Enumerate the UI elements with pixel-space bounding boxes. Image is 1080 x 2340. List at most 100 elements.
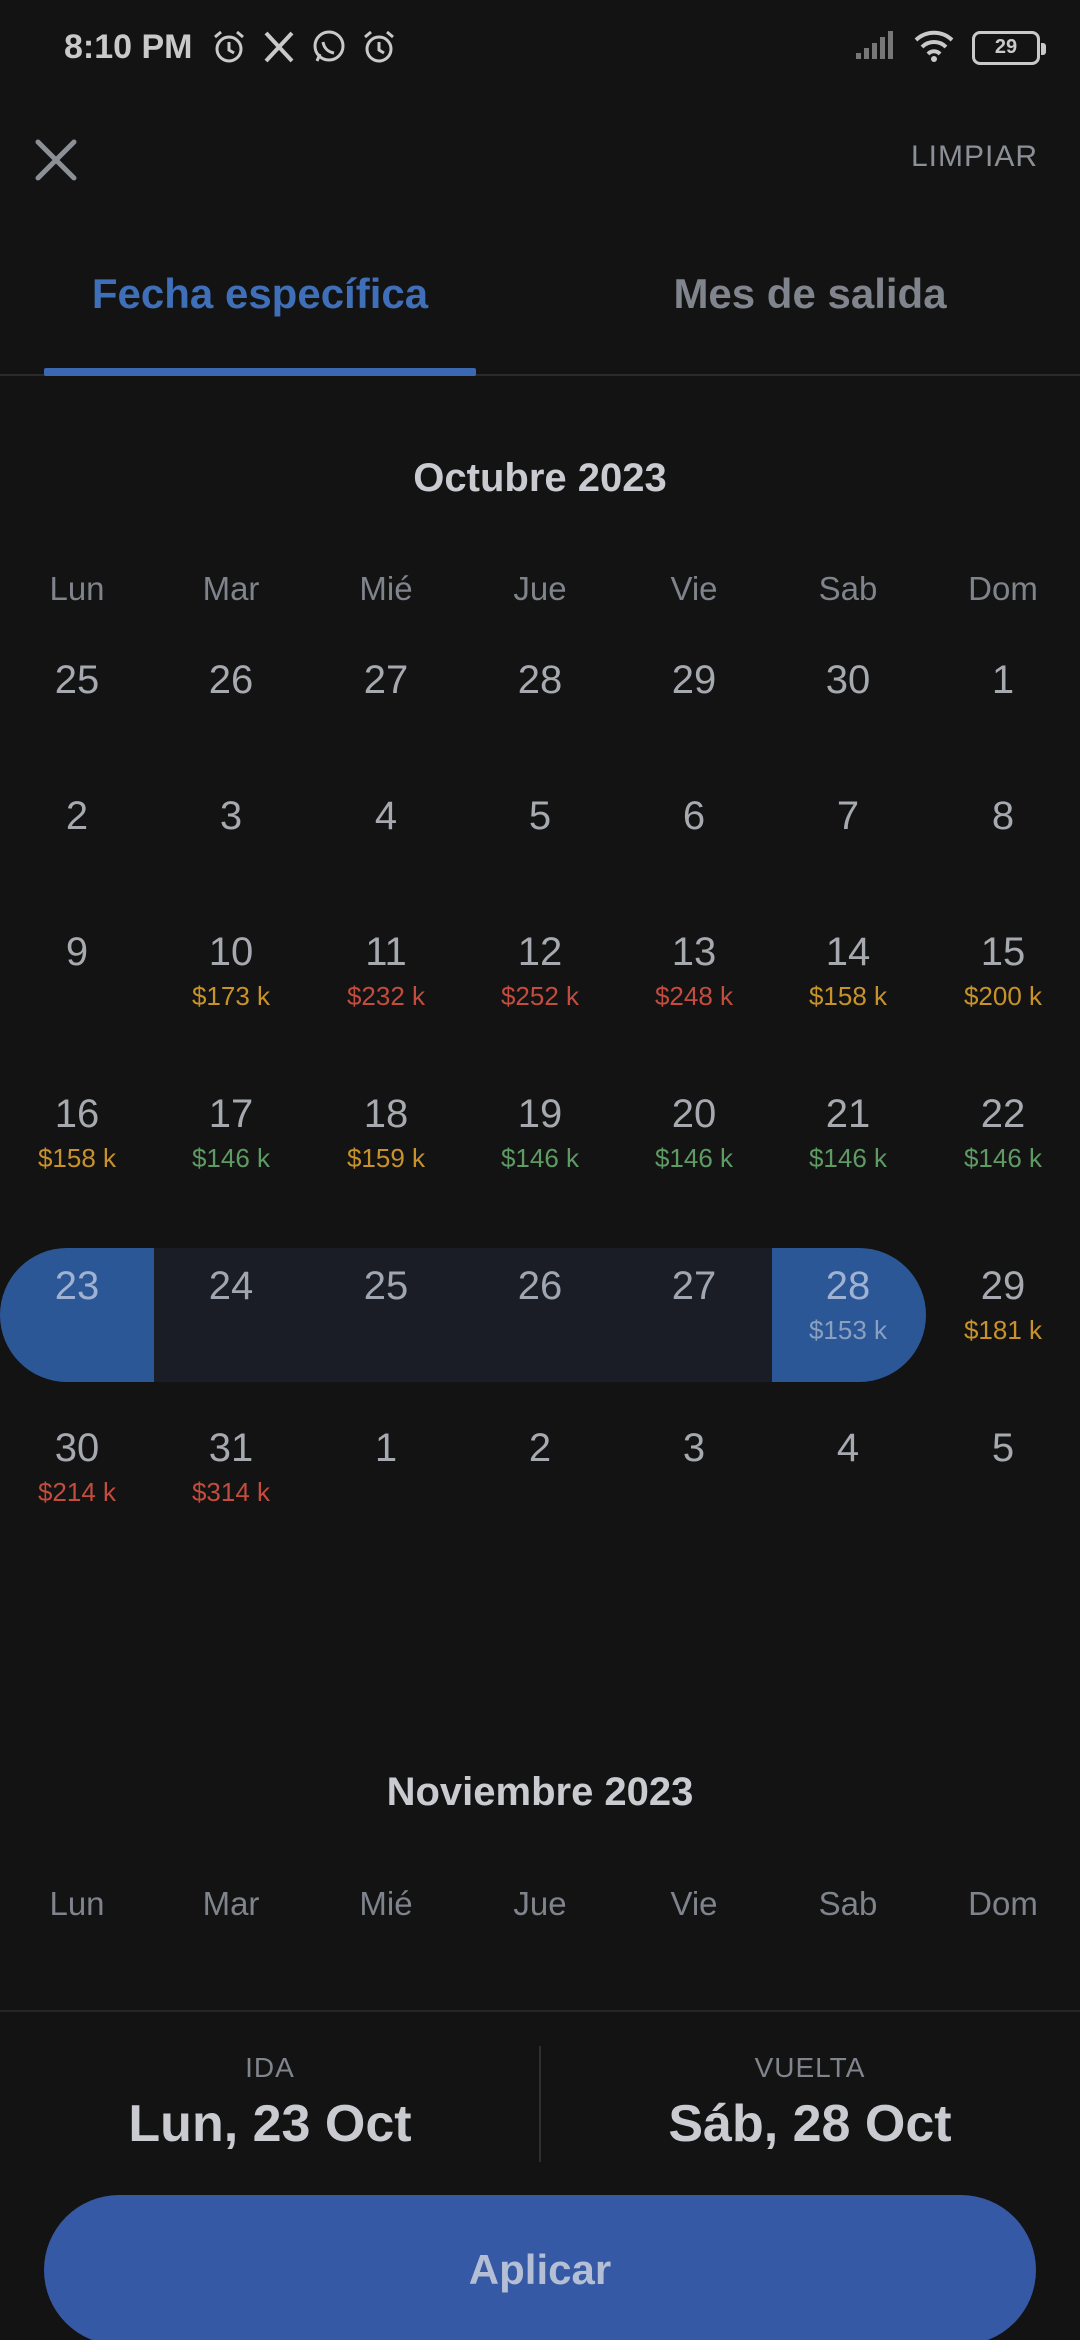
calendar-day[interactable]: 22 $146 k (926, 1076, 1080, 1212)
departure-summary[interactable]: IDA Lun, 23 Oct (0, 2052, 540, 2154)
calendar-day[interactable]: 4 (309, 778, 463, 914)
calendar-day[interactable]: 29 (617, 642, 771, 778)
calendar-day[interactable]: 28 $153 k (771, 1248, 925, 1384)
month-title-november: Noviembre 2023 (386, 1770, 694, 1814)
calendar-day[interactable]: 7 (771, 778, 925, 914)
calendar-day[interactable]: 1 (309, 1410, 463, 1546)
status-time: 8:10 PM (64, 28, 193, 66)
calendar-day[interactable]: 3 (154, 778, 308, 914)
day-number: 25 (54, 658, 100, 702)
day-number: 29 (980, 1264, 1026, 1308)
day-number: 9 (65, 930, 89, 974)
status-bar: 8:10 PM 29 (0, 0, 1080, 100)
day-price: $153 k (808, 1315, 888, 1345)
calendar-day[interactable]: 12 $252 k (463, 914, 617, 1050)
day-number: 2 (528, 1426, 552, 1470)
weekday-header-november: Lun Mar Mié Jue Vie Sab Dom (0, 1885, 1080, 1945)
weekday-label: Dom (968, 570, 1038, 607)
close-icon[interactable] (28, 132, 84, 188)
calendar-day[interactable]: 8 (926, 778, 1080, 914)
calendar-day[interactable]: 23 (0, 1248, 154, 1384)
day-price: $159 k (346, 1143, 426, 1173)
day-number: 19 (517, 1092, 563, 1136)
calendar-day[interactable]: 24 (154, 1248, 308, 1384)
calendar-day[interactable]: 1 (926, 642, 1080, 778)
day-number: 5 (991, 1426, 1015, 1470)
alarm-icon (210, 28, 248, 66)
calendar-day[interactable]: 17 $146 k (154, 1076, 308, 1212)
day-number: 13 (671, 930, 717, 974)
tab-specific-date[interactable]: Fecha específica (44, 270, 476, 318)
signal-icon (854, 29, 896, 66)
day-number: 1 (374, 1426, 398, 1470)
day-number: 28 (825, 1264, 871, 1308)
calendar-day[interactable]: 26 (154, 642, 308, 778)
calendar-day[interactable]: 20 $146 k (617, 1076, 771, 1212)
day-number: 29 (671, 658, 717, 702)
calendar-day[interactable]: 13 $248 k (617, 914, 771, 1050)
day-number: 11 (365, 930, 407, 974)
calendar-day[interactable]: 9 (0, 914, 154, 1050)
system-icons: 29 (854, 28, 1046, 67)
notification-icons (210, 28, 398, 66)
day-number: 4 (836, 1426, 860, 1470)
calendar-day[interactable]: 4 (771, 1410, 925, 1546)
calendar-day[interactable]: 29 $181 k (926, 1248, 1080, 1384)
return-summary[interactable]: VUELTA Sáb, 28 Oct (540, 2052, 1080, 2154)
active-tab-indicator (44, 368, 476, 376)
calendar-day[interactable]: 6 (617, 778, 771, 914)
day-number: 1 (991, 658, 1015, 702)
day-number: 25 (363, 1264, 409, 1308)
weekday-label: Mié (359, 1885, 413, 1922)
calendar-day[interactable]: 15 $200 k (926, 914, 1080, 1050)
day-price: $146 k (808, 1143, 888, 1173)
apply-button[interactable]: Aplicar (44, 2195, 1036, 2340)
day-price: $146 k (654, 1143, 734, 1173)
calendar-day[interactable]: 10 $173 k (154, 914, 308, 1050)
day-price: $181 k (963, 1315, 1043, 1345)
calendar-day[interactable]: 25 (309, 1248, 463, 1384)
weekday-header-october: Lun Mar Mié Jue Vie Sab Dom (0, 570, 1080, 630)
calendar-day[interactable]: 21 $146 k (771, 1076, 925, 1212)
alarm-icon (360, 28, 398, 66)
day-number: 15 (980, 930, 1026, 974)
weekday-label: Jue (513, 1885, 567, 1922)
calendar-day[interactable]: 16 $158 k (0, 1076, 154, 1212)
calendar-day[interactable]: 14 $158 k (771, 914, 925, 1050)
calendar-day[interactable]: 31 $314 k (154, 1410, 308, 1546)
weekday-label: Vie (670, 1885, 718, 1922)
calendar-day[interactable]: 11 $232 k (309, 914, 463, 1050)
day-price: $232 k (346, 981, 426, 1011)
calendar-day[interactable]: 26 (463, 1248, 617, 1384)
day-number: 6 (682, 794, 706, 838)
day-number: 5 (528, 794, 552, 838)
calendar-day[interactable]: 19 $146 k (463, 1076, 617, 1212)
day-price: $214 k (37, 1477, 117, 1507)
weekday-label: Sab (818, 570, 878, 607)
calendar-day[interactable]: 30 (771, 642, 925, 778)
calendar-day[interactable]: 3 (617, 1410, 771, 1546)
calendar-day[interactable]: 25 (0, 642, 154, 778)
calendar-day[interactable]: 2 (0, 778, 154, 914)
calendar-day[interactable]: 5 (463, 778, 617, 914)
calendar-day[interactable]: 27 (617, 1248, 771, 1384)
departure-label: IDA (245, 2052, 295, 2083)
day-number: 12 (517, 930, 563, 974)
date-mode-tabs: Fecha específica Mes de salida (0, 250, 1080, 376)
day-number: 14 (825, 930, 871, 974)
tab-departure-month[interactable]: Mes de salida (590, 270, 1030, 318)
calendar-day[interactable]: 28 (463, 642, 617, 778)
clear-button[interactable]: LIMPIAR (911, 140, 1038, 174)
day-number: 26 (517, 1264, 563, 1308)
day-price: $158 k (37, 1143, 117, 1173)
calendar-day[interactable]: 30 $214 k (0, 1410, 154, 1546)
calendar-day[interactable]: 27 (309, 642, 463, 778)
day-number: 18 (363, 1092, 409, 1136)
return-date: Sáb, 28 Oct (668, 2095, 952, 2153)
calendar-day[interactable]: 2 (463, 1410, 617, 1546)
weekday-label: Vie (670, 570, 718, 607)
calendar-day[interactable]: 18 $159 k (309, 1076, 463, 1212)
day-number: 17 (208, 1092, 254, 1136)
whatsapp-icon (310, 28, 348, 66)
calendar-day[interactable]: 5 (926, 1410, 1080, 1546)
